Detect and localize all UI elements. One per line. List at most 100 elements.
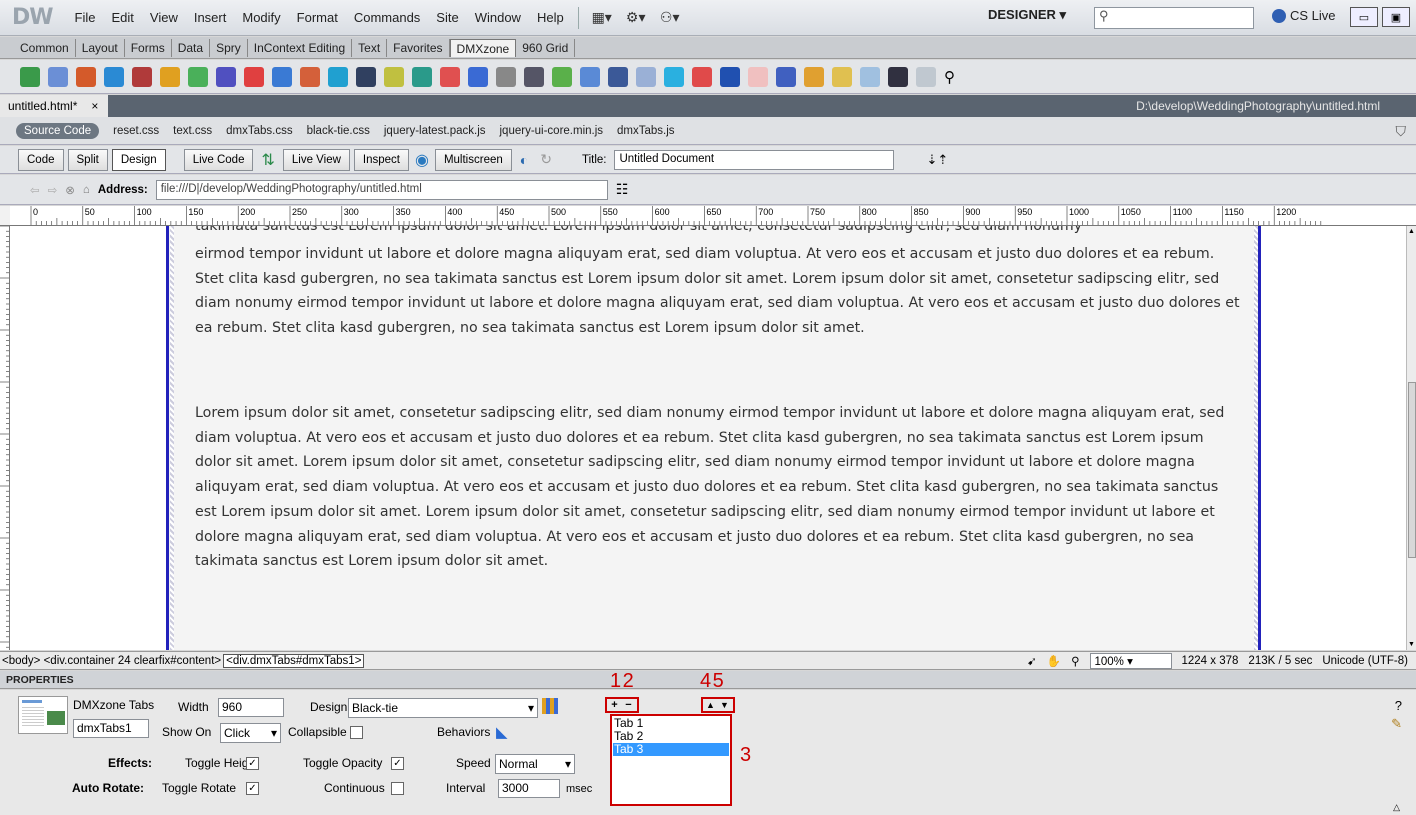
multiscreen-button[interactable]: Multiscreen xyxy=(434,148,512,171)
site-menu-icon[interactable]: ⚇▾ xyxy=(653,7,687,29)
menu-help[interactable]: Help xyxy=(529,10,572,25)
layout-menu-icon[interactable]: ▦▾ xyxy=(585,7,619,29)
move-tab-down-button[interactable]: ▼ xyxy=(718,699,731,711)
code-view-button[interactable]: Code xyxy=(18,148,64,171)
dmx-component-icon[interactable] xyxy=(608,66,628,87)
add-tab-button[interactable]: + xyxy=(608,699,621,711)
preview-globe-icon[interactable]: ◉ xyxy=(415,150,429,170)
dmx-component-icon[interactable] xyxy=(188,66,208,87)
dmx-component-icon[interactable] xyxy=(804,66,824,87)
move-tab-up-button[interactable]: ▲ xyxy=(704,699,717,711)
related-file[interactable]: dmxTabs.css xyxy=(226,125,292,137)
dmx-component-icon[interactable] xyxy=(636,66,656,87)
menu-site[interactable]: Site xyxy=(428,10,466,25)
dmx-component-icon[interactable] xyxy=(496,66,516,87)
live-code-button[interactable]: Live Code xyxy=(183,148,254,171)
insert-tab-data[interactable]: Data xyxy=(172,38,211,57)
dmx-component-icon[interactable] xyxy=(440,66,460,87)
scrollbar-thumb[interactable] xyxy=(1408,382,1416,558)
dmx-component-icon[interactable] xyxy=(916,66,936,87)
tabs-list[interactable]: Tab 1 Tab 2 Tab 3 xyxy=(610,714,732,806)
insert-tab-spry[interactable]: Spry xyxy=(210,38,248,57)
file-management-icon[interactable]: ⇣⇡ xyxy=(926,152,948,168)
behaviors-icon[interactable]: ◣ xyxy=(496,723,508,741)
related-file[interactable]: reset.css xyxy=(113,125,159,137)
insert-tab-favorites[interactable]: Favorites xyxy=(387,38,450,57)
insert-tab-common[interactable]: Common xyxy=(14,38,76,57)
scroll-up-icon[interactable]: ▲ xyxy=(1408,228,1415,235)
select-tool-icon[interactable]: ➹ xyxy=(1027,654,1037,668)
dmx-component-icon[interactable] xyxy=(748,66,768,87)
dmx-component-icon[interactable] xyxy=(300,66,320,87)
document-tab[interactable]: untitled.html* × xyxy=(0,95,109,117)
zoom-tool-icon[interactable]: ⚲ xyxy=(1071,654,1079,668)
dmx-component-icon[interactable] xyxy=(48,66,68,87)
continuous-checkbox[interactable] xyxy=(391,782,404,795)
dmx-component-icon[interactable] xyxy=(76,66,96,87)
design-view-button[interactable]: Design xyxy=(111,148,166,171)
help-icon[interactable]: ? xyxy=(1395,698,1402,713)
insert-tab-dmxzone[interactable]: DMXzone xyxy=(449,38,517,57)
related-file-source-code[interactable]: Source Code xyxy=(16,122,100,139)
split-view-button[interactable]: Split xyxy=(67,148,108,171)
close-icon[interactable]: × xyxy=(91,95,98,117)
menu-insert[interactable]: Insert xyxy=(186,10,235,25)
width-input[interactable]: 960 xyxy=(218,698,284,717)
minimize-icon[interactable]: ▭ xyxy=(1350,7,1378,27)
refresh-icon[interactable]: ↻ xyxy=(540,151,552,168)
forward-icon[interactable]: ⇨ xyxy=(48,183,58,197)
insert-tab-layout[interactable]: Layout xyxy=(76,38,125,57)
insert-tab-text[interactable]: Text xyxy=(352,38,388,57)
cs-live-button[interactable]: CS Live xyxy=(1272,8,1336,23)
show-on-select[interactable]: Click ▾ xyxy=(220,723,281,743)
window-size[interactable]: 1224 x 378 xyxy=(1182,655,1239,667)
dmx-component-icon[interactable] xyxy=(132,66,152,87)
dmx-component-icon[interactable] xyxy=(328,66,348,87)
check-browser-icon[interactable]: ⇅ xyxy=(261,150,274,170)
insert-tab-incontext[interactable]: InContext Editing xyxy=(248,38,353,57)
color-grid-icon[interactable] xyxy=(542,698,558,714)
toggle-height-checkbox[interactable]: ✓ xyxy=(246,757,259,770)
toggle-opacity-checkbox[interactable]: ✓ xyxy=(391,757,404,770)
stop-icon[interactable]: ⊗ xyxy=(65,183,75,197)
toggle-rotate-checkbox[interactable]: ✓ xyxy=(246,782,259,795)
related-file[interactable]: text.css xyxy=(173,125,212,137)
dmx-component-icon[interactable] xyxy=(272,66,292,87)
expand-icon[interactable]: △ xyxy=(1393,802,1400,813)
dmx-component-icon[interactable] xyxy=(860,66,880,87)
interval-input[interactable]: 3000 xyxy=(498,779,560,798)
menu-file[interactable]: File xyxy=(67,10,104,25)
tag-selector-clearfix[interactable]: 24 clearfix#content> xyxy=(118,655,221,667)
menu-window[interactable]: Window xyxy=(467,10,529,25)
zoom-select[interactable]: 100% ▾ xyxy=(1089,653,1172,669)
dmx-component-icon[interactable] xyxy=(412,66,432,87)
home-icon[interactable]: ⌂ xyxy=(83,184,90,196)
dmx-component-icon[interactable] xyxy=(216,66,236,87)
back-icon[interactable]: ⇦ xyxy=(30,183,40,197)
dmx-component-icon[interactable] xyxy=(524,66,544,87)
dmx-component-icon[interactable] xyxy=(692,66,712,87)
tag-selector-body[interactable]: <body> xyxy=(2,655,40,667)
dmx-component-icon[interactable] xyxy=(384,66,404,87)
extend-menu-icon[interactable]: ⚙▾ xyxy=(619,7,653,29)
tab-list-item-selected[interactable]: Tab 3 xyxy=(613,743,729,756)
address-input[interactable]: file:///D|/develop/WeddingPhotography/un… xyxy=(155,179,608,200)
hand-tool-icon[interactable]: ✋ xyxy=(1047,654,1061,668)
scroll-down-icon[interactable]: ▼ xyxy=(1408,641,1415,648)
dmx-component-icon[interactable] xyxy=(888,66,908,87)
dmx-component-icon[interactable] xyxy=(664,66,684,87)
vertical-scrollbar[interactable]: ▲ ▼ xyxy=(1406,226,1416,650)
filter-icon[interactable]: ⛉ xyxy=(1396,123,1407,140)
related-file[interactable]: black-tie.css xyxy=(307,125,370,137)
insert-tab-forms[interactable]: Forms xyxy=(125,38,172,57)
document-title-input[interactable]: Untitled Document xyxy=(614,149,895,170)
menu-format[interactable]: Format xyxy=(289,10,346,25)
design-canvas[interactable]: takimata sanctus est Lorem ipsum dolor s… xyxy=(10,226,1406,650)
dmx-component-icon[interactable] xyxy=(244,66,264,87)
live-view-button[interactable]: Live View xyxy=(282,148,350,171)
remove-tab-button[interactable]: − xyxy=(622,699,635,711)
related-file[interactable]: jquery-latest.pack.js xyxy=(384,125,486,137)
menu-commands[interactable]: Commands xyxy=(346,10,428,25)
inspect-button[interactable]: Inspect xyxy=(353,148,409,171)
dmx-component-icon[interactable] xyxy=(832,66,852,87)
